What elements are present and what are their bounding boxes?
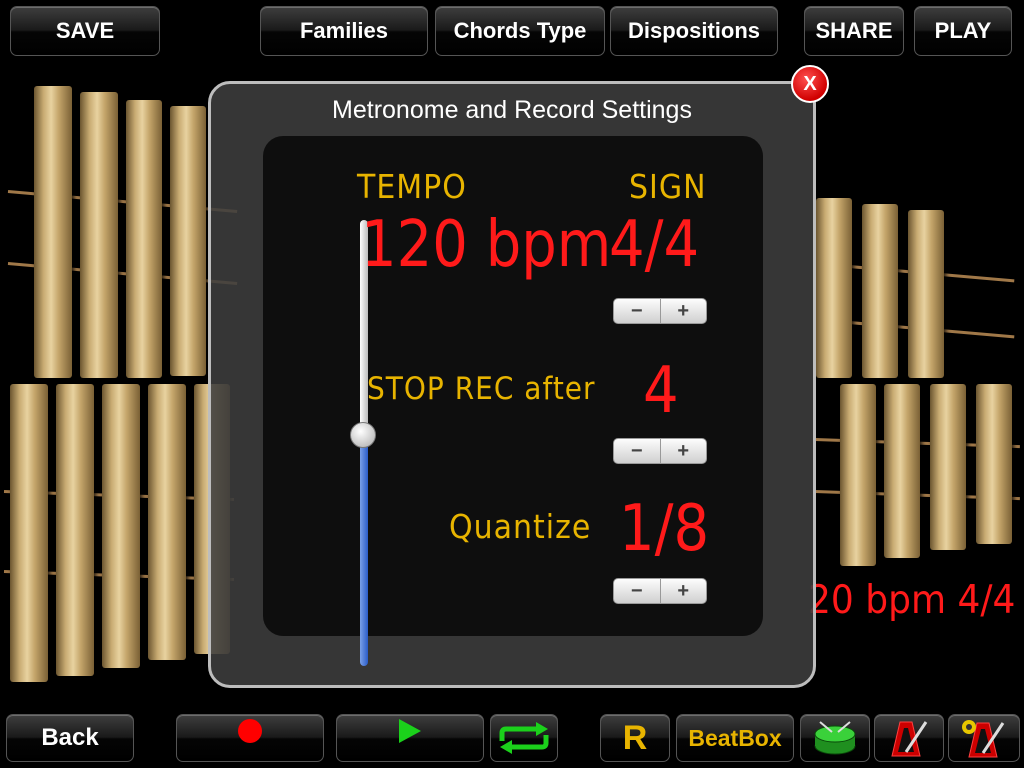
metronome-settings-button[interactable] <box>948 714 1020 762</box>
stop-rec-value: 4 <box>643 353 679 428</box>
decrement-button[interactable]: − <box>614 299 661 323</box>
play-icon <box>399 719 421 743</box>
tempo-slider-thumb[interactable] <box>350 422 376 448</box>
drum-button[interactable] <box>800 714 870 762</box>
sign-value: 4/4 <box>609 207 700 282</box>
increment-button[interactable]: + <box>661 439 707 463</box>
quantize-value: 1/8 <box>619 491 710 566</box>
record-icon <box>238 719 262 743</box>
dialog-title: Metronome and Record Settings <box>332 96 692 124</box>
marimba-bar[interactable] <box>930 384 966 550</box>
marimba-bar[interactable] <box>102 384 140 668</box>
sign-label: SIGN <box>629 168 707 207</box>
loop-icon <box>499 722 549 754</box>
quantize-label: Quantize <box>449 508 592 547</box>
marimba-bar[interactable] <box>170 106 206 376</box>
increment-button[interactable]: + <box>661 579 707 603</box>
marimba-bar[interactable] <box>80 92 118 378</box>
close-dialog-button[interactable]: X <box>791 65 829 103</box>
marimba-bar[interactable] <box>862 204 898 378</box>
marimba-bar[interactable] <box>148 384 186 660</box>
tempo-slider-fill[interactable] <box>360 434 368 666</box>
marimba-bar[interactable] <box>976 384 1012 544</box>
beatbox-button[interactable]: BeatBox <box>676 714 794 762</box>
marimba-bar[interactable] <box>10 384 48 682</box>
tempo-label: TEMPO <box>357 168 467 207</box>
chords-type-button[interactable]: Chords Type <box>435 6 605 56</box>
decrement-button[interactable]: − <box>614 439 661 463</box>
metronome-icon <box>891 721 928 757</box>
playback-button[interactable] <box>336 714 484 762</box>
tempo-readout: 20 bpm 4/4 <box>808 577 1016 624</box>
marimba-bar[interactable] <box>816 198 852 378</box>
marimba-bar[interactable] <box>34 86 72 378</box>
tempo-value: 120 bpm <box>361 207 612 282</box>
share-button[interactable]: SHARE <box>804 6 904 56</box>
record-button[interactable] <box>176 714 324 762</box>
stop-rec-label: STOP REC after <box>367 370 596 407</box>
metronome-settings-dialog: Metronome and Record Settings TEMPO 120 … <box>208 81 816 688</box>
families-button[interactable]: Families <box>260 6 428 56</box>
marimba-bar[interactable] <box>126 100 162 378</box>
play-button[interactable]: PLAY <box>914 6 1012 56</box>
stop-rec-stepper[interactable]: − + <box>613 438 707 464</box>
r-button[interactable]: R <box>600 714 670 762</box>
increment-button[interactable]: + <box>661 299 707 323</box>
save-button[interactable]: SAVE <box>10 6 160 56</box>
quantize-stepper[interactable]: − + <box>613 578 707 604</box>
decrement-button[interactable]: − <box>614 579 661 603</box>
drum-icon <box>814 721 856 755</box>
metronome-settings-icon <box>962 720 1005 758</box>
loop-button[interactable] <box>490 714 558 762</box>
dispositions-button[interactable]: Dispositions <box>610 6 778 56</box>
marimba-bar[interactable] <box>840 384 876 566</box>
back-button[interactable]: Back <box>6 714 134 762</box>
settings-panel: TEMPO 120 bpm SIGN 4/4 − + STOP REC afte… <box>263 136 763 666</box>
marimba-bar[interactable] <box>884 384 920 558</box>
metronome-button[interactable] <box>874 714 944 762</box>
marimba-bar[interactable] <box>56 384 94 676</box>
sign-stepper[interactable]: − + <box>613 298 707 324</box>
marimba-bar[interactable] <box>908 210 944 378</box>
